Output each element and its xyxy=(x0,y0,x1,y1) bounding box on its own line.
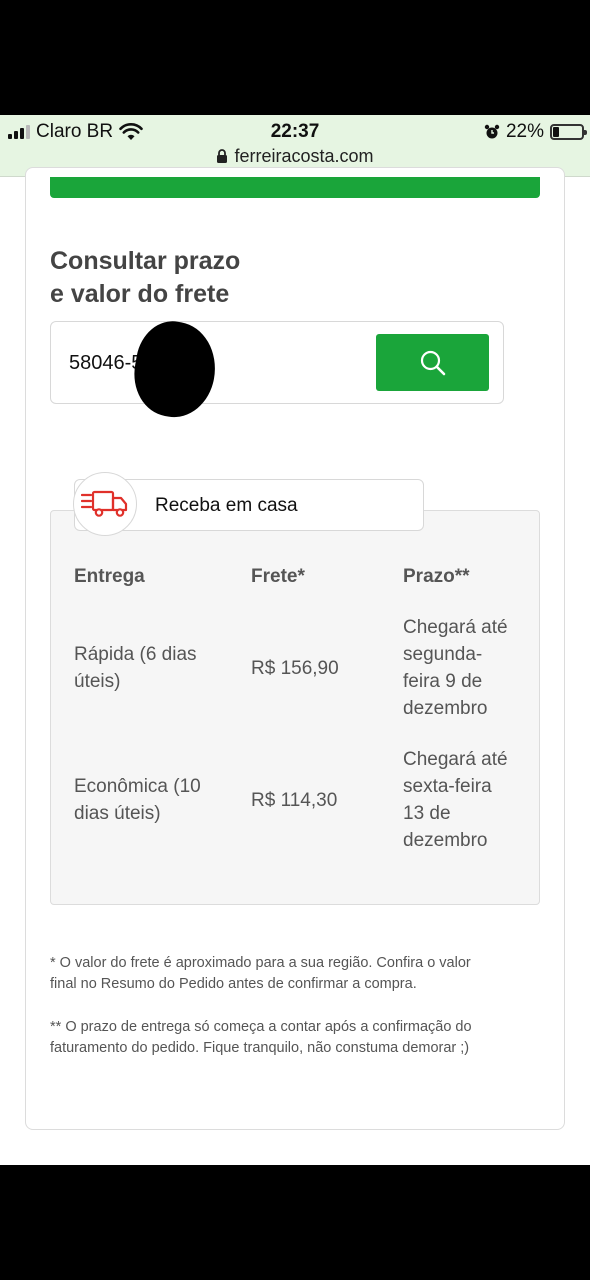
deadline-disclaimer: ** O prazo de entrega só começa a contar… xyxy=(50,1017,540,1059)
top-letterbox xyxy=(0,0,590,115)
battery-info: 22% xyxy=(484,121,587,143)
row-1-deadline-line-2: segunda- xyxy=(403,644,483,665)
row-1-deadline-line-4: dezembro xyxy=(403,698,488,719)
alarm-icon xyxy=(484,124,500,139)
price-disclaimer-line-2: final no Resumo do Pedido antes de confi… xyxy=(50,976,417,992)
row-2-delivery-type: Econômica (10 dias úteis) xyxy=(74,773,201,827)
shipping-heading: Consultar prazo e valor do frete xyxy=(50,245,350,311)
price-disclaimer: * O valor do frete é aproximado para a s… xyxy=(50,953,540,995)
row-2-price: R$ 114,30 xyxy=(251,790,338,811)
truck-icon xyxy=(81,490,128,517)
truck-badge xyxy=(73,472,137,536)
tab-label: Receba em casa xyxy=(155,495,298,516)
heading-line-1: Consultar prazo xyxy=(50,247,241,275)
row-1-price: R$ 156,90 xyxy=(251,658,339,679)
url-text: ferreiracosta.com xyxy=(234,146,374,166)
price-disclaimer-line-1: * O valor do frete é aproximado para a s… xyxy=(50,955,471,971)
deadline-disclaimer-line-2: faturamento do pedido. Fique tranquilo, … xyxy=(50,1040,470,1056)
heading-line-2: e valor do frete xyxy=(50,280,230,308)
cep-form xyxy=(50,315,504,424)
bottom-letterbox xyxy=(0,1165,590,1280)
row-2-deadline-line-1: Chegará até xyxy=(403,749,508,770)
row-1-delivery-type: Rápida (6 dias úteis) xyxy=(74,641,197,695)
row-2-deadline-line-2: sexta-feira xyxy=(403,776,492,797)
battery-icon xyxy=(550,124,587,140)
address-bar[interactable]: ferreiracosta.com xyxy=(0,146,590,167)
row-2-deadline: Chegará até sexta-feira 13 de dezembro xyxy=(403,746,508,854)
row-2-type-line-2: dias úteis) xyxy=(74,803,161,824)
battery-percent: 22% xyxy=(505,121,544,142)
row-2-deadline-line-4: dezembro xyxy=(403,830,488,851)
row-1-deadline-line-3: feira 9 de xyxy=(403,671,483,692)
row-1-type-line-2: úteis) xyxy=(74,671,121,692)
deadline-disclaimer-line-1: ** O prazo de entrega só começa a contar… xyxy=(50,1019,472,1035)
add-to-cart-button[interactable] xyxy=(50,177,540,198)
column-header-deadline: Prazo** xyxy=(403,566,470,587)
row-1-deadline-line-1: Chegará até xyxy=(403,617,508,638)
search-button[interactable] xyxy=(376,334,489,391)
lock-icon xyxy=(217,149,228,163)
page-content: Consultar prazo e valor do frete Receba … xyxy=(0,167,590,1165)
row-1-deadline: Chegará até segunda- feira 9 de dezembro xyxy=(403,614,508,722)
column-header-price: Frete* xyxy=(251,566,305,587)
battery-fill xyxy=(553,127,559,137)
search-icon xyxy=(420,350,445,375)
row-1-type-line-1: Rápida (6 dias xyxy=(74,644,197,665)
row-2-deadline-line-3: 13 de xyxy=(403,803,451,824)
row-2-type-line-1: Econômica (10 xyxy=(74,776,201,797)
column-header-delivery: Entrega xyxy=(74,566,145,587)
